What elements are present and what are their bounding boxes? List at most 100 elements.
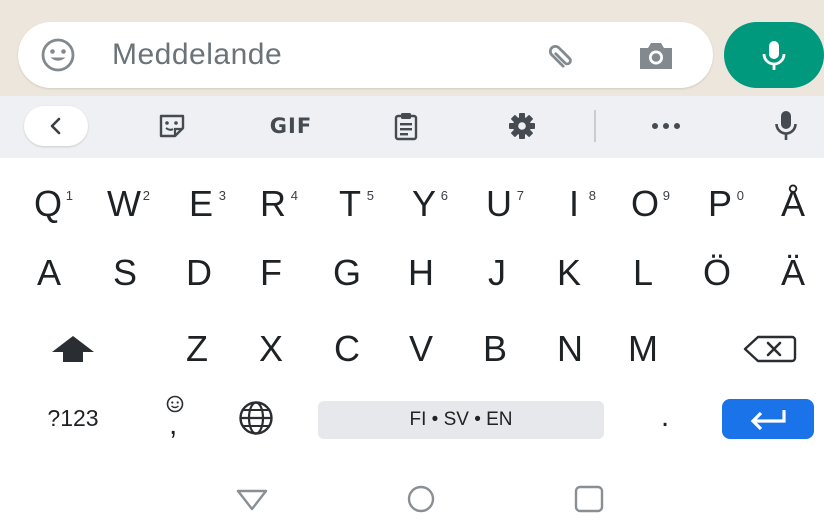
language-key[interactable] xyxy=(226,396,286,440)
shift-key[interactable] xyxy=(40,320,106,378)
key-z[interactable]: Z xyxy=(172,320,222,378)
space-label: FI • SV • EN xyxy=(409,409,513,430)
key-hint: 8 xyxy=(588,188,596,203)
sticker-icon xyxy=(159,114,185,138)
key-label: F xyxy=(260,252,282,293)
key-hint: 3 xyxy=(218,188,226,203)
key-y[interactable]: Y6 xyxy=(398,174,450,234)
backspace-key[interactable] xyxy=(734,320,804,378)
symbols-key[interactable]: ?123 xyxy=(28,396,118,440)
key-label: Z xyxy=(186,328,208,369)
key-label: W xyxy=(107,183,141,224)
key-label: Y xyxy=(411,183,436,224)
key-label: X xyxy=(258,328,283,369)
key-hint: 2 xyxy=(142,188,150,203)
paperclip-icon[interactable] xyxy=(543,39,579,75)
key-u[interactable]: U7 xyxy=(474,174,524,234)
shift-icon xyxy=(52,336,94,362)
key-hint: 9 xyxy=(662,188,670,203)
key-hint: 4 xyxy=(290,188,298,203)
microphone-icon xyxy=(775,111,797,140)
key-p[interactable]: P0 xyxy=(694,174,746,234)
key-q[interactable]: Q1 xyxy=(23,174,73,234)
key-hint: 7 xyxy=(516,188,524,203)
key-s[interactable]: S xyxy=(100,244,150,302)
nav-home-button[interactable] xyxy=(401,482,441,516)
key-label: L xyxy=(632,252,654,293)
key-d[interactable]: D xyxy=(174,244,224,302)
key-x[interactable]: X xyxy=(246,320,296,378)
enter-icon xyxy=(750,410,786,431)
key-o-umlaut[interactable]: Ö xyxy=(692,244,742,302)
back-triangle-icon xyxy=(236,489,268,511)
more-icon xyxy=(652,123,680,129)
key-label: G xyxy=(332,252,361,293)
key-hint: 5 xyxy=(366,188,374,203)
voice-record-button[interactable] xyxy=(724,22,824,88)
key-h[interactable]: H xyxy=(396,244,446,302)
toolbar-back-button[interactable] xyxy=(24,106,88,146)
key-label: V xyxy=(408,328,433,369)
settings-button[interactable] xyxy=(500,106,544,146)
key-label: M xyxy=(628,328,658,369)
key-e[interactable]: E3 xyxy=(176,174,226,234)
sticker-button[interactable] xyxy=(150,106,194,146)
key-t[interactable]: T5 xyxy=(324,174,376,234)
key-label: D xyxy=(186,252,212,293)
comma-key[interactable]: , xyxy=(150,388,200,446)
period-key[interactable]: . xyxy=(640,392,690,442)
key-label: P xyxy=(707,183,732,224)
key-label: H xyxy=(408,252,434,293)
space-key[interactable]: FI • SV • EN xyxy=(318,401,604,439)
chevron-left-icon xyxy=(50,117,61,135)
key-m[interactable]: M xyxy=(616,320,670,378)
key-a[interactable]: A xyxy=(24,244,74,302)
key-r[interactable]: R4 xyxy=(246,174,300,234)
key-label: Q xyxy=(33,183,62,224)
key-i[interactable]: I8 xyxy=(550,174,598,234)
navigation-bar xyxy=(0,464,824,524)
key-hint: 0 xyxy=(736,188,744,203)
key-c[interactable]: C xyxy=(322,320,372,378)
key-label: Ä xyxy=(780,252,805,293)
key-b[interactable]: B xyxy=(470,320,520,378)
key-a-umlaut[interactable]: Ä xyxy=(768,244,818,302)
key-label: E xyxy=(188,183,213,224)
key-k[interactable]: K xyxy=(544,244,594,302)
key-a-ring[interactable]: Å xyxy=(768,174,818,234)
enter-key[interactable] xyxy=(722,399,814,439)
gif-button[interactable]: GIF xyxy=(256,106,326,146)
key-label: . xyxy=(660,400,670,433)
key-o[interactable]: O9 xyxy=(618,174,672,234)
key-w[interactable]: W2 xyxy=(96,174,152,234)
more-button[interactable] xyxy=(644,106,688,146)
nav-back-button[interactable] xyxy=(232,482,272,516)
keyboard-toolbar: GIF xyxy=(0,96,824,158)
message-compose-box xyxy=(18,22,713,88)
key-label: S xyxy=(112,252,137,293)
key-l[interactable]: L xyxy=(618,244,668,302)
message-input[interactable] xyxy=(112,36,512,74)
key-f[interactable]: F xyxy=(246,244,296,302)
keyboard: Q1 W2 E3 R4 T5 Y6 U7 I8 O9 P0 Å A S D F … xyxy=(0,158,824,464)
clipboard-button[interactable] xyxy=(384,106,428,146)
voice-typing-button[interactable] xyxy=(764,106,808,146)
key-label: A xyxy=(36,252,61,293)
camera-icon[interactable] xyxy=(636,38,676,74)
chat-input-bar xyxy=(0,0,824,96)
key-hint: 6 xyxy=(440,188,448,203)
smiley-icon[interactable] xyxy=(40,37,76,73)
key-label: , xyxy=(169,408,178,441)
globe-icon xyxy=(239,401,273,435)
key-n[interactable]: N xyxy=(544,320,596,378)
key-j[interactable]: J xyxy=(472,244,522,302)
key-label: T xyxy=(339,183,361,224)
key-label: K xyxy=(556,252,581,293)
clipboard-icon xyxy=(394,113,418,141)
key-g[interactable]: G xyxy=(322,244,372,302)
nav-recents-button[interactable] xyxy=(569,482,609,516)
key-label: U xyxy=(486,183,512,224)
key-v[interactable]: V xyxy=(396,320,446,378)
microphone-icon xyxy=(762,41,786,70)
key-label: C xyxy=(334,328,360,369)
